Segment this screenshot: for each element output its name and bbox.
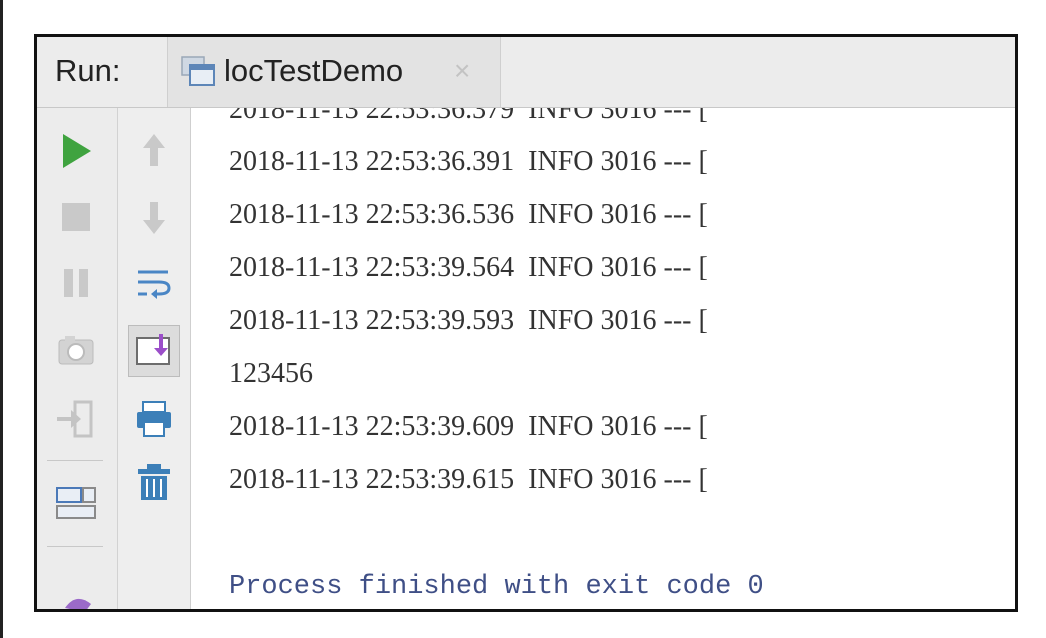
pin-button[interactable] (51, 586, 101, 609)
toolbar-divider (47, 546, 103, 547)
log-line-partial: 2018-11-13 22:53:36.379 INFO 3016 --- [ (229, 108, 708, 125)
pause-button[interactable] (51, 258, 101, 308)
page-edge (0, 0, 3, 638)
toolbar-divider (47, 460, 103, 461)
stop-button[interactable] (51, 192, 101, 242)
run-toolbar (37, 108, 118, 609)
print-button[interactable] (129, 394, 179, 444)
camera-icon (58, 336, 94, 365)
tab-title: locTestDemo (224, 53, 404, 88)
run-label: Run: (55, 53, 121, 88)
log-line: 123456 (229, 358, 313, 389)
restore-layout-button[interactable] (51, 478, 101, 528)
soft-wrap-icon (138, 270, 171, 299)
log-line: 2018-11-13 22:53:36.391 INFO 3016 --- [ (229, 146, 708, 177)
log-line: 2018-11-13 22:53:36.536 INFO 3016 --- [ (229, 199, 708, 230)
log-line: 2018-11-13 22:53:39.615 INFO 3016 --- [ (229, 464, 708, 495)
console-toolbar (118, 108, 191, 609)
tab-loctestdemo[interactable]: locTestDemo × (167, 37, 501, 107)
log-line: 2018-11-13 22:53:39.593 INFO 3016 --- [ (229, 305, 708, 336)
print-icon (137, 401, 171, 437)
console-window-icon (180, 53, 216, 89)
close-icon[interactable]: × (454, 55, 470, 87)
next-occurrence-button[interactable] (129, 192, 179, 242)
trash-icon (138, 464, 170, 500)
run-button[interactable] (51, 126, 101, 176)
clear-all-button[interactable] (129, 458, 179, 508)
exit-icon (57, 400, 93, 438)
layout-icon (56, 487, 96, 519)
pause-icon (64, 269, 88, 297)
run-tool-window: Run: locTestDemo × 2018-11-13 22:53:36.3… (34, 34, 1018, 612)
soft-wrap-button[interactable] (129, 258, 179, 308)
pin-icon (65, 598, 91, 609)
console-output[interactable]: 2018-11-13 22:53:36.379 INFO 3016 --- [ … (191, 108, 1015, 609)
exit-button[interactable] (51, 394, 101, 444)
run-icon (63, 134, 91, 168)
log-line: 2018-11-13 22:53:39.564 INFO 3016 --- [ (229, 252, 708, 283)
log-line: 2018-11-13 22:53:39.609 INFO 3016 --- [ (229, 411, 708, 442)
scroll-to-end-button[interactable] (128, 325, 180, 377)
arrow-up-icon (143, 134, 165, 166)
arrow-down-icon (143, 202, 165, 234)
scroll-to-end-icon (136, 334, 170, 365)
run-header: Run: locTestDemo × (37, 37, 1015, 108)
stop-icon (62, 203, 90, 231)
previous-occurrence-button[interactable] (129, 126, 179, 176)
exit-message: Process finished with exit code 0 (229, 572, 764, 602)
dump-threads-button[interactable] (51, 326, 101, 376)
